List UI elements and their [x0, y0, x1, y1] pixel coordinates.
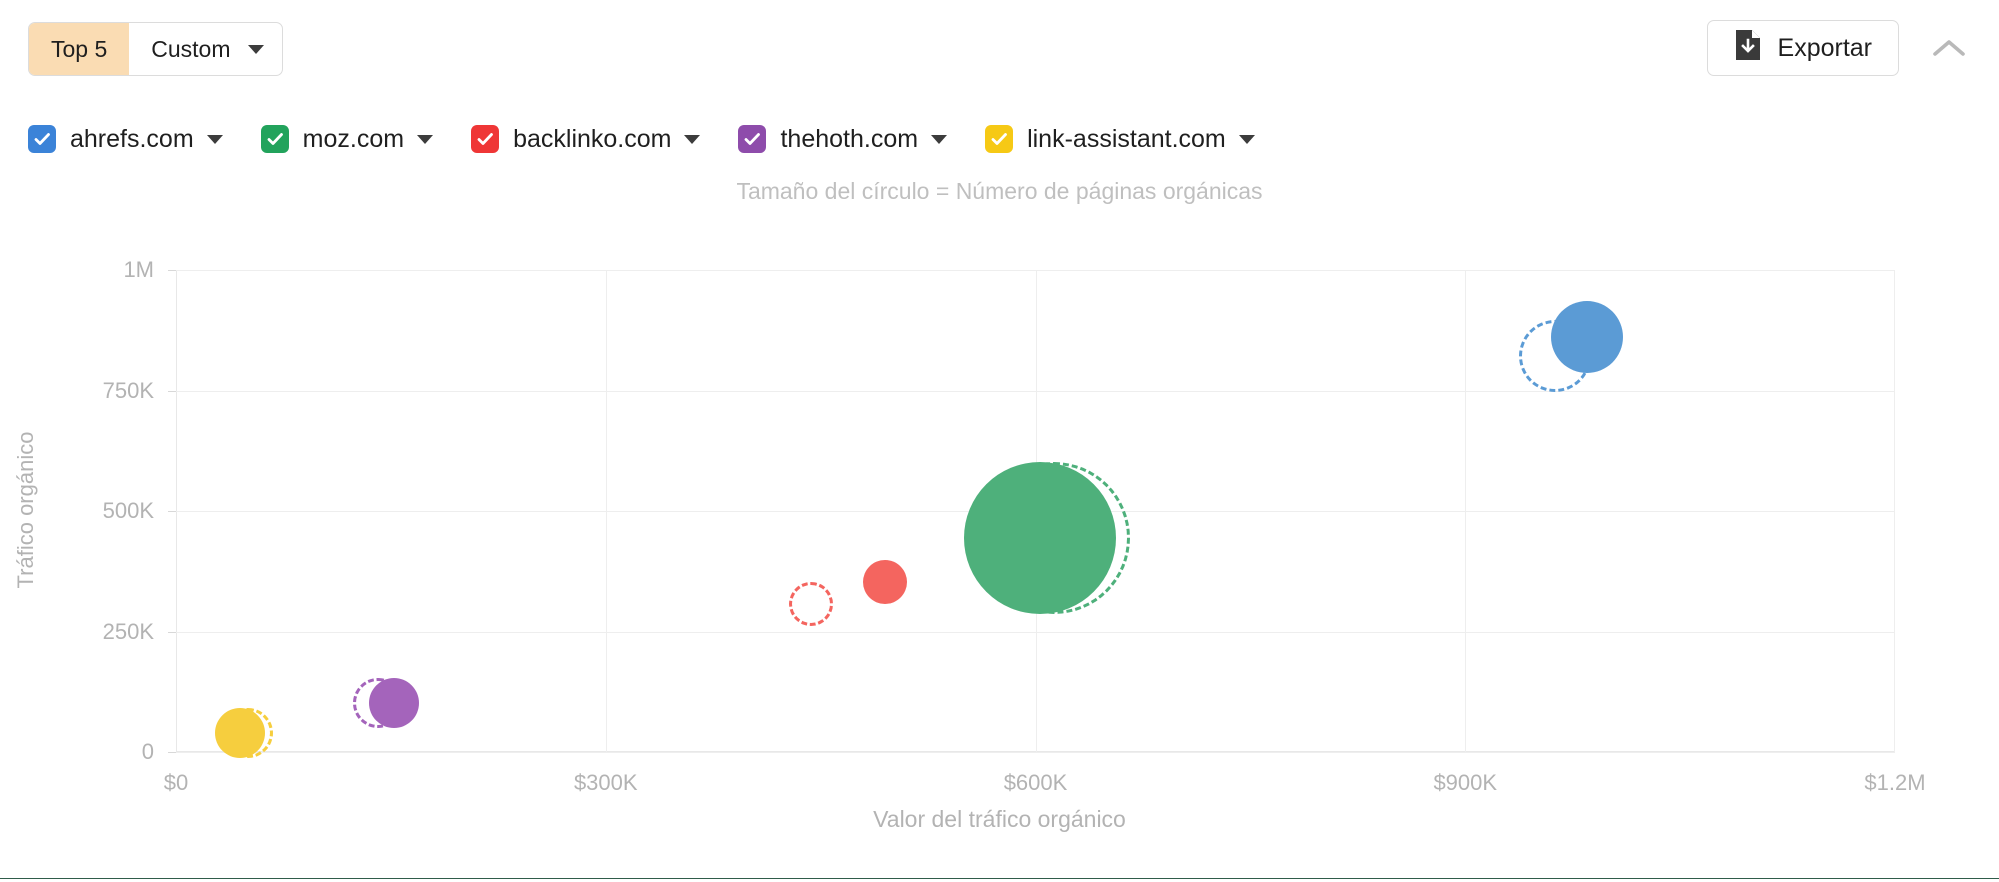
top5-button[interactable]: Top 5 — [29, 23, 130, 75]
y-tick-mark — [168, 270, 176, 271]
bubble-chart: Tamaño del círculo = Número de páginas o… — [0, 160, 1999, 860]
chevron-down-icon[interactable] — [684, 134, 701, 144]
plot-area: 0 250K 500K 750K 1M — [103, 257, 1895, 764]
y-tick-mark — [168, 631, 176, 633]
legend-item-label: moz.com — [302, 124, 405, 153]
legend-item-label: link-assistant.com — [1027, 124, 1226, 153]
collapse-panel-button[interactable] — [1927, 28, 1971, 72]
chart-size-note: Tamaño del círculo = Número de páginas o… — [736, 178, 1263, 204]
chevron-up-icon — [1932, 37, 1966, 64]
export-label: Exportar — [1777, 33, 1872, 62]
bubble-ahrefs-com[interactable] — [1551, 300, 1623, 373]
y-tick-mark — [168, 390, 176, 392]
y-tick-label: 250K — [102, 618, 154, 644]
legend-item-label: thehoth.com — [780, 124, 919, 153]
chevron-down-icon[interactable] — [931, 134, 948, 144]
legend-item-link-assistant-com[interactable]: link-assistant.com — [985, 125, 1255, 154]
legend-item-moz-com[interactable]: moz.com — [260, 124, 434, 154]
custom-dropdown-button[interactable]: Custom — [129, 23, 281, 75]
file-download-icon — [1734, 29, 1762, 68]
legend-item-label: backlinko.com — [513, 124, 672, 153]
legend-item-thehoth-com[interactable]: thehoth.com — [738, 124, 948, 154]
bubble-thehoth-com[interactable] — [368, 678, 419, 729]
checkbox-checked-icon[interactable] — [985, 125, 1014, 153]
chevron-down-icon — [247, 44, 264, 54]
x-axis-title: Valor del tráfico orgánico — [873, 806, 1126, 832]
bubble-backlinko-com[interactable] — [863, 559, 908, 604]
y-axis-title: Tráfico orgánico — [13, 431, 38, 589]
bubble-moz-com[interactable] — [963, 462, 1116, 615]
x-tick-label: $600K — [1003, 770, 1068, 795]
x-gridline — [605, 270, 607, 752]
checkbox-checked-icon[interactable] — [28, 125, 56, 153]
y-tick-label: 1M — [123, 257, 154, 282]
x-tick-label: $0 — [163, 770, 189, 795]
x-tick-label: $300K — [573, 770, 638, 795]
x-tick-label: $1.2M — [1864, 770, 1926, 795]
y-tick-label: 0 — [141, 739, 154, 764]
x-tick-label: $900K — [1433, 770, 1498, 795]
y-tick-label: 750K — [102, 377, 154, 403]
checkbox-checked-icon[interactable] — [260, 125, 289, 153]
bubble-link-assistant-com[interactable] — [215, 707, 266, 758]
competitor-legend: ahrefs.com moz.com backlinko.com thehoth.co… — [28, 116, 1293, 162]
plot-right-border — [1894, 270, 1895, 752]
export-button[interactable]: Exportar — [1706, 20, 1899, 76]
top-selector-group: Top 5 Custom — [28, 22, 283, 76]
chart-toolbar: Top 5 Custom Exportar — [0, 0, 1999, 92]
legend-item-label: ahrefs.com — [70, 124, 194, 153]
custom-label: Custom — [151, 35, 231, 62]
y-tick-mark — [168, 511, 176, 512]
checkbox-checked-icon[interactable] — [471, 125, 500, 153]
panel-bottom-divider — [0, 878, 1999, 879]
chevron-down-icon[interactable] — [1238, 134, 1255, 144]
top5-label: Top 5 — [51, 35, 108, 62]
x-gridline — [1465, 270, 1467, 752]
chevron-down-icon[interactable] — [206, 134, 223, 144]
y-tick-label: 500K — [102, 498, 154, 523]
y-gridline — [176, 752, 1895, 753]
checkbox-checked-icon[interactable] — [738, 125, 767, 153]
y-tick-mark — [168, 752, 176, 753]
bubble-previous-backlinko-com — [788, 582, 833, 627]
legend-item-backlinko-com[interactable]: backlinko.com — [471, 124, 701, 154]
legend-item-ahrefs-com[interactable]: ahrefs.com — [28, 125, 223, 154]
chevron-down-icon[interactable] — [417, 134, 434, 144]
